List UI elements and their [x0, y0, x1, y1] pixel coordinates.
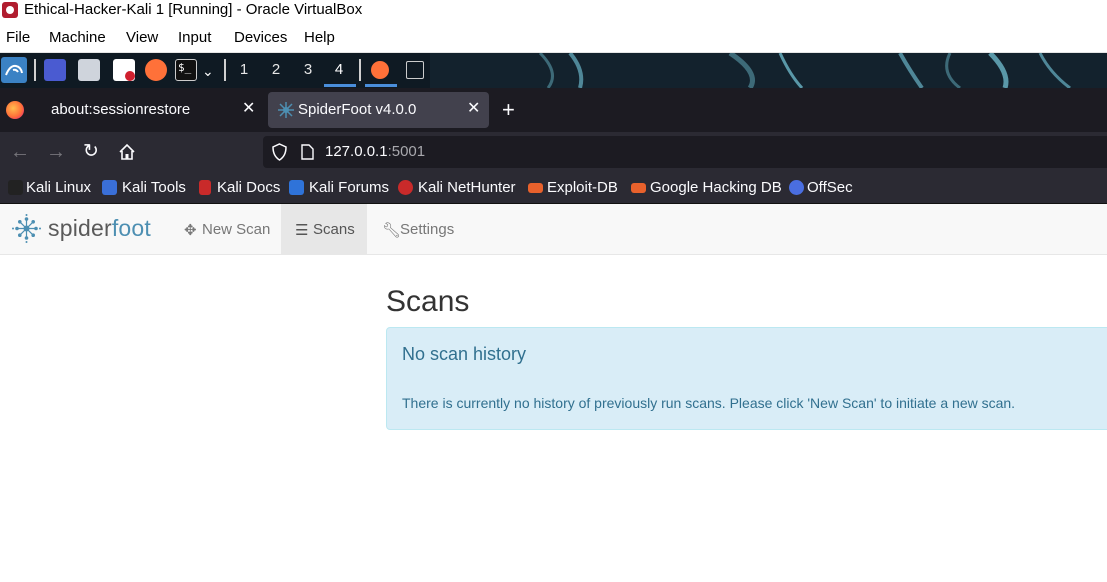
workspace-1[interactable]: 1 — [233, 61, 255, 78]
nav-new-scan[interactable]: ✥ New Scan — [172, 204, 278, 254]
google-hacking-db-icon — [631, 183, 646, 193]
workspace-4[interactable]: 4 — [328, 61, 350, 78]
vm-menu-bar: File Machine View Input Devices Help — [0, 24, 1107, 53]
menu-devices[interactable]: Devices — [234, 29, 287, 46]
virtualbox-icon — [2, 2, 18, 18]
alert-message: There is currently no history of previou… — [402, 395, 1016, 411]
panel-separator — [224, 59, 226, 81]
url-port: :5001 — [387, 143, 426, 160]
browser-nav-bar: ← → ↻ 127.0.0.1:5001 — [0, 132, 1107, 172]
kali-top-panel: $_ ⌄ 1 2 3 4 — [0, 53, 1107, 88]
browser-tab-strip: about:sessionrestore ✕ SpiderFoot v4.0.0… — [0, 88, 1107, 132]
kali-menu-icon[interactable] — [1, 57, 27, 83]
list-icon: ☰ — [295, 222, 309, 239]
spiderfoot-logo-icon[interactable] — [12, 214, 41, 243]
bookmark-label: OffSec — [807, 179, 853, 196]
nav-scans-label: Scans — [313, 221, 355, 238]
tab-label: about:sessionrestore — [51, 101, 191, 118]
wallpaper-strip — [430, 53, 1107, 88]
bookmark-label: Google Hacking DB — [650, 179, 782, 196]
address-bar[interactable]: 127.0.0.1:5001 — [263, 136, 1107, 168]
new-tab-icon[interactable]: + — [502, 97, 515, 123]
terminal-window-button-icon[interactable] — [406, 61, 424, 79]
page-info-icon[interactable] — [301, 144, 314, 160]
tab-close-icon[interactable]: ✕ — [467, 98, 480, 118]
crosshair-icon: ✥ — [184, 222, 197, 239]
alert-title: No scan history — [402, 344, 527, 364]
bookmark-label: Kali Docs — [217, 179, 281, 196]
kali-forums-icon — [289, 180, 304, 195]
bookmark-label: Kali Forums — [309, 179, 390, 196]
bookmark-label: Kali Tools — [122, 179, 186, 196]
brand-foot: foot — [111, 215, 152, 241]
menu-help[interactable]: Help — [304, 29, 335, 46]
menu-file[interactable]: File — [6, 29, 30, 46]
kali-tools-icon — [102, 180, 117, 195]
home-icon[interactable] — [118, 143, 136, 161]
bookmark-label: Kali NetHunter — [418, 179, 516, 196]
kali-dragon-icon — [8, 180, 23, 195]
menu-input[interactable]: Input — [178, 29, 211, 46]
tracking-protection-shield-icon[interactable] — [271, 143, 288, 161]
firefox-window-button-icon[interactable] — [371, 61, 389, 79]
nav-settings[interactable]: 🔧︎ Settings — [370, 204, 464, 254]
tab-label: SpiderFoot v4.0.0 — [298, 101, 417, 118]
tab-spiderfoot[interactable]: SpiderFoot v4.0.0 ✕ — [268, 92, 489, 128]
nav-settings-label: Settings — [400, 221, 455, 238]
nav-scans[interactable]: ☰ Scans — [281, 204, 367, 254]
reload-icon[interactable]: ↻ — [83, 140, 99, 164]
terminal-dropdown-chevron-icon[interactable]: ⌄ — [202, 59, 214, 83]
panel-separator — [34, 59, 36, 81]
firefox-window-indicator — [365, 84, 397, 87]
bookmark-label: Kali Linux — [26, 179, 92, 196]
workspace-3[interactable]: 3 — [297, 61, 319, 78]
no-scan-history-alert: No scan history There is currently no hi… — [386, 327, 1107, 430]
menu-machine[interactable]: Machine — [49, 29, 106, 46]
exploit-db-icon — [528, 183, 543, 193]
url-host: 127.0.0.1 — [325, 143, 388, 160]
url-text: 127.0.0.1:5001 — [325, 143, 425, 160]
back-icon[interactable]: ← — [10, 140, 30, 164]
tab-close-icon[interactable]: ✕ — [242, 98, 255, 118]
vm-window-titlebar: Ethical-Hacker-Kali 1 [Running] - Oracle… — [0, 0, 1107, 22]
wrench-icon: 🔧︎ — [382, 222, 402, 239]
workspace-2[interactable]: 2 — [265, 61, 287, 78]
spiderfoot-navbar: spiderfoot ✥ New Scan ☰ Scans 🔧︎ Setting… — [0, 204, 1107, 255]
terminal-icon[interactable]: $_ — [175, 59, 197, 81]
panel-separator — [359, 59, 361, 81]
file-manager-icon[interactable] — [78, 59, 100, 81]
vm-window-title: Ethical-Hacker-Kali 1 [Running] - Oracle… — [24, 1, 363, 18]
nav-new-scan-label: New Scan — [202, 221, 271, 238]
tab-about-sessionrestore[interactable]: about:sessionrestore ✕ — [38, 92, 264, 128]
active-workspace-indicator — [324, 84, 356, 87]
spiderfoot-brand[interactable]: spiderfoot — [48, 215, 151, 242]
kali-nethunter-icon — [398, 180, 413, 195]
page-title: Scans — [386, 285, 470, 318]
spiderfoot-favicon-icon — [278, 102, 294, 118]
firefox-launcher-icon[interactable] — [145, 59, 167, 81]
forward-icon[interactable]: → — [46, 140, 66, 164]
kali-docs-icon — [199, 180, 211, 195]
menu-view[interactable]: View — [126, 29, 158, 46]
firefox-view-icon[interactable] — [6, 101, 24, 119]
bookmark-label: Exploit-DB — [547, 179, 618, 196]
bookmarks-toolbar: Kali Linux Kali Tools Kali Docs Kali For… — [0, 172, 1107, 204]
text-editor-icon[interactable] — [113, 59, 135, 81]
offsec-icon — [789, 180, 804, 195]
show-desktop-icon[interactable] — [44, 59, 66, 81]
brand-spider: spider — [48, 215, 112, 241]
